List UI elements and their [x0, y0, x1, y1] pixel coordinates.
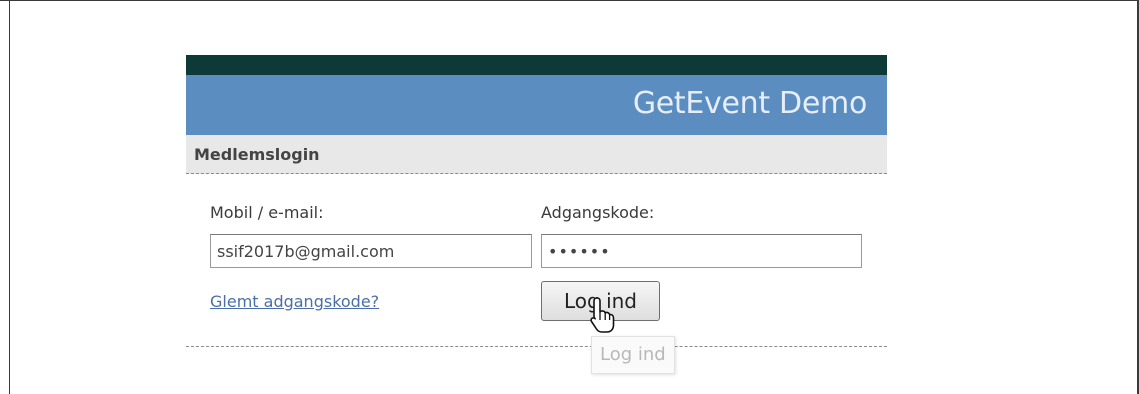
username-input[interactable] — [210, 234, 532, 268]
header-banner: GetEvent Demo — [186, 75, 887, 135]
password-input[interactable] — [541, 234, 862, 268]
site-title: GetEvent Demo — [632, 86, 867, 121]
bottom-divider — [186, 346, 887, 347]
section-title: Medlemslogin — [194, 145, 320, 164]
login-panel: GetEvent Demo Medlemslogin Mobil / e-mai… — [186, 55, 887, 375]
hand-cursor-icon — [590, 297, 615, 333]
top-bar — [186, 55, 887, 75]
section-header: Medlemslogin — [186, 135, 887, 174]
page: GetEvent Demo Medlemslogin Mobil / e-mai… — [0, 0, 1139, 394]
username-label: Mobil / e-mail: — [210, 203, 324, 222]
forgot-password-link[interactable]: Glemt adgangskode? — [210, 292, 379, 311]
password-label: Adgangskode: — [541, 203, 655, 222]
login-tooltip: Log ind — [591, 336, 675, 374]
frame-top-border — [0, 0, 1139, 1]
frame-left-border — [9, 0, 10, 394]
